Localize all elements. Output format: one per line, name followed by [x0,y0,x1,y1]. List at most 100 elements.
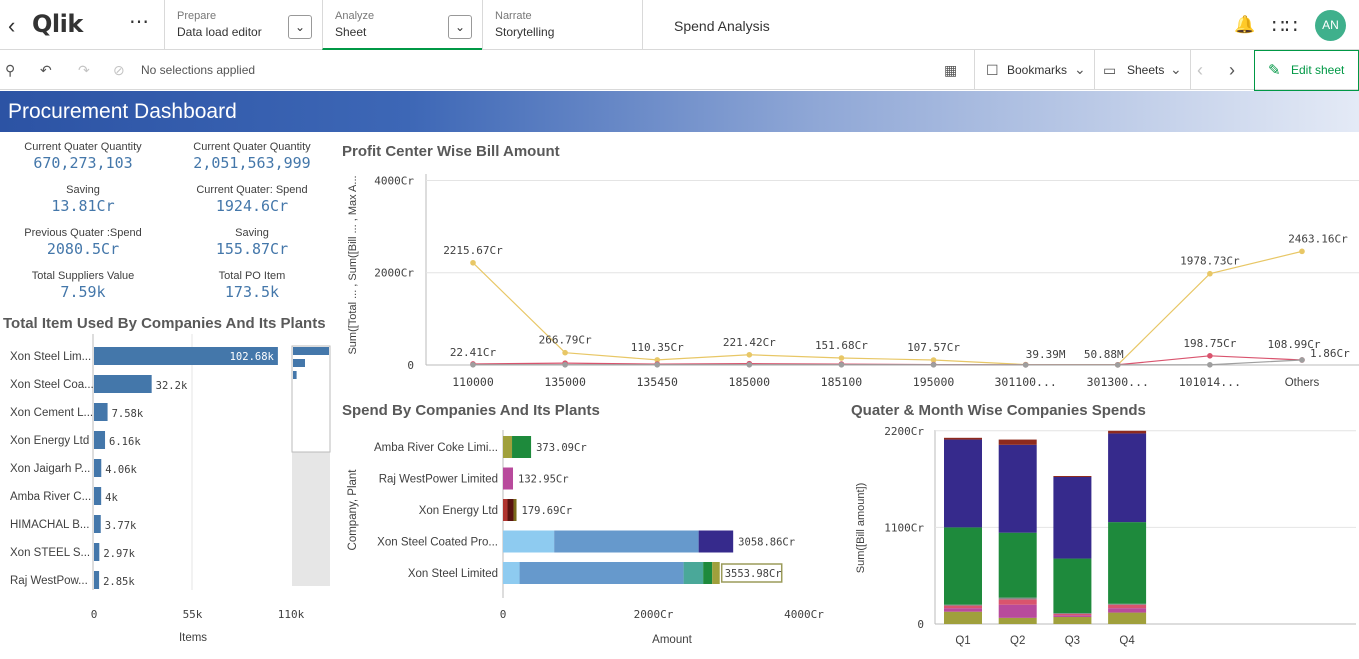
chevron-down-icon[interactable]: ⌄ [288,15,312,39]
qlik-logo[interactable]: Qlik [32,10,83,38]
bar-segment [1108,604,1147,609]
x-tick-label: 55k [183,608,203,621]
kpi-value: 2080.5Cr [46,240,120,258]
tab-analyze[interactable]: Analyze Sheet ⌄ [322,0,482,50]
kpi-label: Current Quater Quantity [24,141,142,153]
bell-icon[interactable]: 🔔 [1234,15,1255,35]
items-chart-title: Total Item Used By Companies And Its Pla… [3,315,326,332]
bar-segment [944,608,982,612]
x-tick-label: 301100... [995,375,1057,389]
previous-sheet-icon[interactable]: ‹ [1197,60,1203,81]
spend-chart-title: Spend By Companies And Its Plants [342,402,600,419]
bar-value-label: 6.16k [109,436,141,448]
data-point [746,351,753,358]
chevron-down-icon[interactable]: ⌄ [448,15,472,39]
y-tick-label: 2200Cr [884,425,924,438]
bar-segment [1108,603,1147,605]
series-line [472,250,1303,366]
data-label: 266.79Cr [539,334,592,347]
sheets-button[interactable]: Sheets [1127,63,1164,77]
divider [1094,50,1095,90]
bar-segment [1108,430,1147,434]
category-label: Xon Cement L... [10,407,93,419]
kpi-current-quarter-spend[interactable]: Current Quater: Spend 1924.6Cr [172,184,332,215]
x-tick-label: Q4 [1119,635,1135,647]
x-tick-label: 185100 [821,375,863,389]
x-tick-label: 0 [91,608,98,621]
bar-segment [698,530,734,553]
data-label: 1978.73Cr [1180,255,1240,268]
more-options-icon[interactable]: ⋯ [129,9,150,34]
top-navigation-bar: ‹ Qlik ⋯ Prepare Data load editor ⌄ Anal… [0,0,1359,50]
dashboard-banner: Procurement Dashboard [0,91,1359,132]
y-tick-label: 1100Cr [884,521,924,534]
kpi-label: Total PO Item [218,270,286,282]
x-tick-label: 185000 [729,375,771,389]
kpi-saving-2[interactable]: Saving 155.87Cr [172,227,332,258]
bar-segment [507,499,514,521]
kpi-current-quarter-quantity[interactable]: Current Quater Quantity 670,273,103 [3,141,163,172]
chevron-down-icon[interactable]: ⌄ [1170,61,1182,78]
profit-line-chart[interactable]: 0 2000Cr 4000Cr Sum([Total ... , Sum([Bill … [338,162,1359,398]
bar-segment [998,599,1037,605]
edit-sheet-label: Edit sheet [1291,63,1345,77]
sheet-grid-icon[interactable]: ▦ [944,62,957,79]
step-back-icon[interactable]: ↶ [40,62,52,79]
kpi-value: 1924.6Cr [215,197,289,215]
bar-segment [1053,476,1092,559]
items-bar-chart[interactable]: Xon Steel Lim... 102.68k Xon Steel Coa... 3… [0,334,335,652]
bar-segment [503,499,508,521]
apps-grid-icon[interactable]: ∷∷ [1272,14,1297,39]
x-tick-label: 135450 [636,375,678,389]
bar-segment [683,562,704,584]
data-point [1114,362,1121,368]
kpi-current-quarter-quantity-2[interactable]: Current Quater Quantity 2,051,563,999 [172,141,332,172]
bar-value-label: 4k [105,492,118,504]
bookmark-icon[interactable]: ☐ [986,62,999,79]
kpi-value: 13.81Cr [51,197,115,215]
spend-stacked-bar-chart[interactable]: Amba River Coke Limi... 373.09Cr Raj WestP… [338,422,848,654]
y-axis-title: Sum([Bill amount]) [855,483,867,573]
quarter-stacked-bar-chart[interactable]: 0 1100Cr 2200Cr Sum([Bill amount]) Q1 Q2 Q3 Q4 [848,422,1359,654]
clear-selections-icon[interactable]: ⊘ [113,62,125,79]
sheets-icon[interactable]: ▭ [1103,62,1116,79]
tab-narrate[interactable]: Narrate Storytelling [482,0,642,50]
tab-narrate-value: Storytelling [495,25,555,39]
chevron-down-icon[interactable]: ⌄ [1074,61,1086,78]
quarter-chart-title: Quater & Month Wise Companies Spends [851,402,1146,419]
kpi-value: 173.5k [224,283,280,301]
x-tick-label: 4000Cr [784,608,824,621]
step-forward-icon[interactable]: ↷ [78,62,90,79]
smart-search-icon[interactable]: ⚲ [5,62,15,79]
bar-segment [519,562,684,584]
bar [94,487,102,505]
kpi-value: 2,051,563,999 [193,154,311,172]
bar [94,515,101,533]
kpi-saving[interactable]: Saving 13.81Cr [3,184,163,215]
tab-prepare[interactable]: Prepare Data load editor ⌄ [164,0,322,50]
next-sheet-icon[interactable]: › [1229,60,1235,81]
minimap-bar [293,371,297,379]
bookmarks-button[interactable]: Bookmarks [1007,63,1067,77]
avatar[interactable]: AN [1315,10,1346,41]
kpi-total-po-item[interactable]: Total PO Item 173.5k [172,270,332,301]
bar-segment [1053,558,1092,614]
kpi-total-suppliers[interactable]: Total Suppliers Value 7.59k [3,270,163,301]
bar [94,459,102,477]
bar-value-label: 4.06k [105,464,137,476]
data-label: 50.88M [1084,348,1124,361]
category-label: Xon Steel Coa... [10,379,94,391]
bar-total-label: 3058.86Cr [738,537,795,549]
data-point [1207,361,1213,368]
bar-value-label: 3.77k [105,520,137,532]
x-tick-label: Others [1285,377,1320,389]
x-tick-label: 301300... [1087,375,1149,389]
profit-chart-title: Profit Center Wise Bill Amount [342,143,560,160]
kpi-label: Saving [235,227,269,239]
bar-segment [1053,613,1092,615]
kpi-previous-quarter-spend[interactable]: Previous Quater :Spend 2080.5Cr [3,227,163,258]
bar-value-label: 7.58k [112,408,144,420]
back-icon[interactable]: ‹ [8,13,15,39]
data-point [1207,353,1213,359]
edit-sheet-button[interactable]: ✎ Edit sheet [1254,50,1359,91]
